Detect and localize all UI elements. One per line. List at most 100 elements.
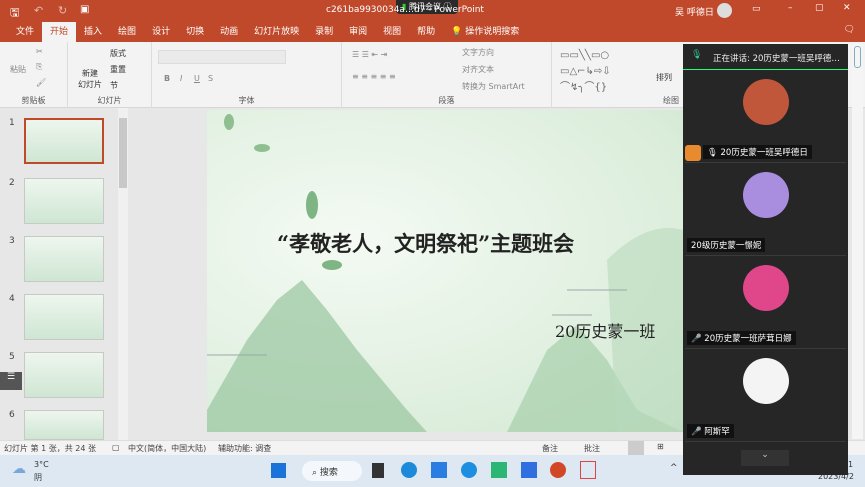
thumbnail-number: 5 [9,352,15,362]
tab-design[interactable]: 设计 [144,22,178,42]
clock-time[interactable]: 1 [848,460,853,469]
comments-icon[interactable]: 🗨 [844,25,855,35]
tab-animations[interactable]: 动画 [212,22,246,42]
format-painter-icon[interactable]: 🖌 [36,78,46,87]
redo-icon[interactable]: ↻ [58,4,67,17]
bold-button[interactable]: B [164,74,170,83]
font-label: 字体 [238,96,255,105]
slide-thumbnail-6[interactable] [24,410,104,440]
restore-icon[interactable]: ▢ [815,3,824,13]
scroll-down-button[interactable]: ⌄ [741,450,789,466]
bullets-icon[interactable]: ☰ ☰ ⇤ ⇥ [352,50,387,59]
minimize-icon[interactable]: – [788,3,793,13]
participant-tile[interactable]: 🎙 20历史蒙一班吴呼德日 [685,71,846,163]
accessibility-indicator[interactable]: 辅助功能: 调查 [218,443,271,454]
tab-slideshow[interactable]: 幻灯片放映 [246,22,307,42]
shapes-gallery[interactable]: ▭▭╲╲▭○ ▭△⌐↳⇨⇩ ⌒↯╮⌒{} [560,48,645,96]
copy-icon[interactable]: ⎘ [36,62,42,72]
tab-file[interactable]: 文件 [8,22,42,42]
slide-scrollbar[interactable] [852,44,863,439]
shadow-button[interactable]: S [208,74,213,83]
layout-button[interactable]: 版式 [110,48,126,59]
participant-tile[interactable]: 20级历史蒙一憬妮 [685,164,846,256]
normal-view-icon[interactable] [628,441,644,455]
avatar[interactable] [717,3,732,18]
ribbon-display-icon[interactable]: ▭ [752,4,761,14]
participant-name-text: 阿斯罕 [704,427,730,437]
title-bar: 🖫 ↶ ↻ ▣ ▮ 腾讯会议 ⓘ c261ba9930034a…d7 - Pow… [0,0,865,22]
meeting-app-icon[interactable] [521,462,537,478]
slides-label: 幻灯片 [97,96,122,105]
participant-name-text: 20历史蒙一班萨茸日娜 [704,334,792,344]
underline-button[interactable]: U [194,74,200,83]
tab-record[interactable]: 录制 [307,22,341,42]
tab-draw[interactable]: 绘图 [110,22,144,42]
reset-button[interactable]: 重置 [110,64,126,75]
slides-group: 新建 幻灯片 版式 重置 节 幻灯片 [68,42,152,108]
search-box[interactable]: ⌕ 搜索 [302,461,362,481]
smartart-button[interactable]: 转换为 SmartArt [462,81,525,92]
italic-button[interactable]: I [180,74,182,83]
comments-button[interactable]: 批注 [584,443,600,454]
tab-home[interactable]: 开始 [42,22,77,42]
weather-temp[interactable]: 3°C [34,460,49,469]
app-name: PowerPoint [434,5,484,15]
slide-canvas[interactable]: “孝敬老人，文明祭祀”主题班会 20历史蒙一班 [207,110,683,432]
tab-insert[interactable]: 插入 [76,22,110,42]
user-name[interactable]: 吴 呼德日 [675,5,714,18]
participant-tile[interactable]: 🎤 20历史蒙一班萨茸日娜 [685,257,846,349]
wechat-icon[interactable] [491,462,507,478]
thumbnail-number: 2 [9,178,15,188]
edge-icon[interactable] [401,462,417,478]
microphone-icon: 🎙 [691,50,703,60]
sorter-view-icon[interactable]: ⊞ [657,442,664,451]
browser-icon[interactable] [461,462,477,478]
participant-tile[interactable]: 🎤 阿斯罕 [685,350,846,442]
start-icon[interactable] [271,463,286,478]
powerpoint-icon[interactable] [550,462,566,478]
outline-toggle-icon[interactable]: ☰ [0,372,22,390]
weather-desc[interactable]: 阴 [34,472,42,483]
tab-view[interactable]: 视图 [375,22,409,42]
thumbnail-number: 6 [9,410,15,420]
thumbnail-number: 3 [9,236,15,246]
slide-thumbnail-3[interactable] [24,236,104,282]
drawing-group: ▭▭╲╲▭○ ▭△⌐↳⇨⇩ ⌒↯╮⌒{} 排列 绘图 [552,42,683,108]
arrange-button[interactable]: 排列 [656,72,672,83]
thumbnails-scrollbar[interactable] [118,108,128,440]
align-icon[interactable]: ≡ ≡ ≡ ≡ ≡ [352,72,396,81]
cut-icon[interactable]: ✂ [36,47,43,56]
participant-avatar [743,265,789,311]
slide-thumbnail-5[interactable] [24,352,104,398]
undo-icon[interactable]: ↶ [34,4,43,17]
new-slide-button[interactable]: 新建 幻灯片 [78,68,102,90]
snipping-tool-icon[interactable] [580,461,596,479]
slide-thumbnail-4[interactable] [24,294,104,340]
language-indicator[interactable]: 中文(简体，中国大陆) [128,443,206,454]
host-icon [685,145,701,161]
font-name-select[interactable] [158,50,286,64]
slide-thumbnail-2[interactable] [24,178,104,224]
tell-me-search[interactable]: 💡 操作说明搜索 [443,22,527,42]
spellcheck-icon[interactable]: ▢ [112,443,120,452]
slide-thumbnail-1[interactable] [24,118,104,164]
mail-icon[interactable] [431,462,447,478]
text-direction-button[interactable]: 文字方向 [462,47,494,58]
tab-transitions[interactable]: 切换 [178,22,212,42]
tab-review[interactable]: 审阅 [341,22,375,42]
paste-button[interactable]: 粘贴 [10,64,26,75]
close-icon[interactable]: ✕ [843,3,851,13]
notes-button[interactable]: 备注 [542,443,558,454]
tab-help[interactable]: 帮助 [409,22,443,42]
task-view-icon[interactable] [372,463,384,478]
paragraph-label: 段落 [438,96,455,105]
align-text-button[interactable]: 对齐文本 [462,64,494,75]
tray-chevron-icon[interactable]: ^ [670,463,678,473]
save-icon[interactable]: 🖫 [10,4,19,23]
section-button[interactable]: 节 [110,80,118,91]
slide-subtitle[interactable]: 20历史蒙一班 [555,318,655,342]
slide-title[interactable]: “孝敬老人，文明祭祀”主题班会 [277,228,574,258]
file-name: c261ba9930034a…d7 [326,5,426,15]
present-icon[interactable]: ▣ [80,4,89,15]
participant-name: 20级历史蒙一憬妮 [687,238,766,252]
